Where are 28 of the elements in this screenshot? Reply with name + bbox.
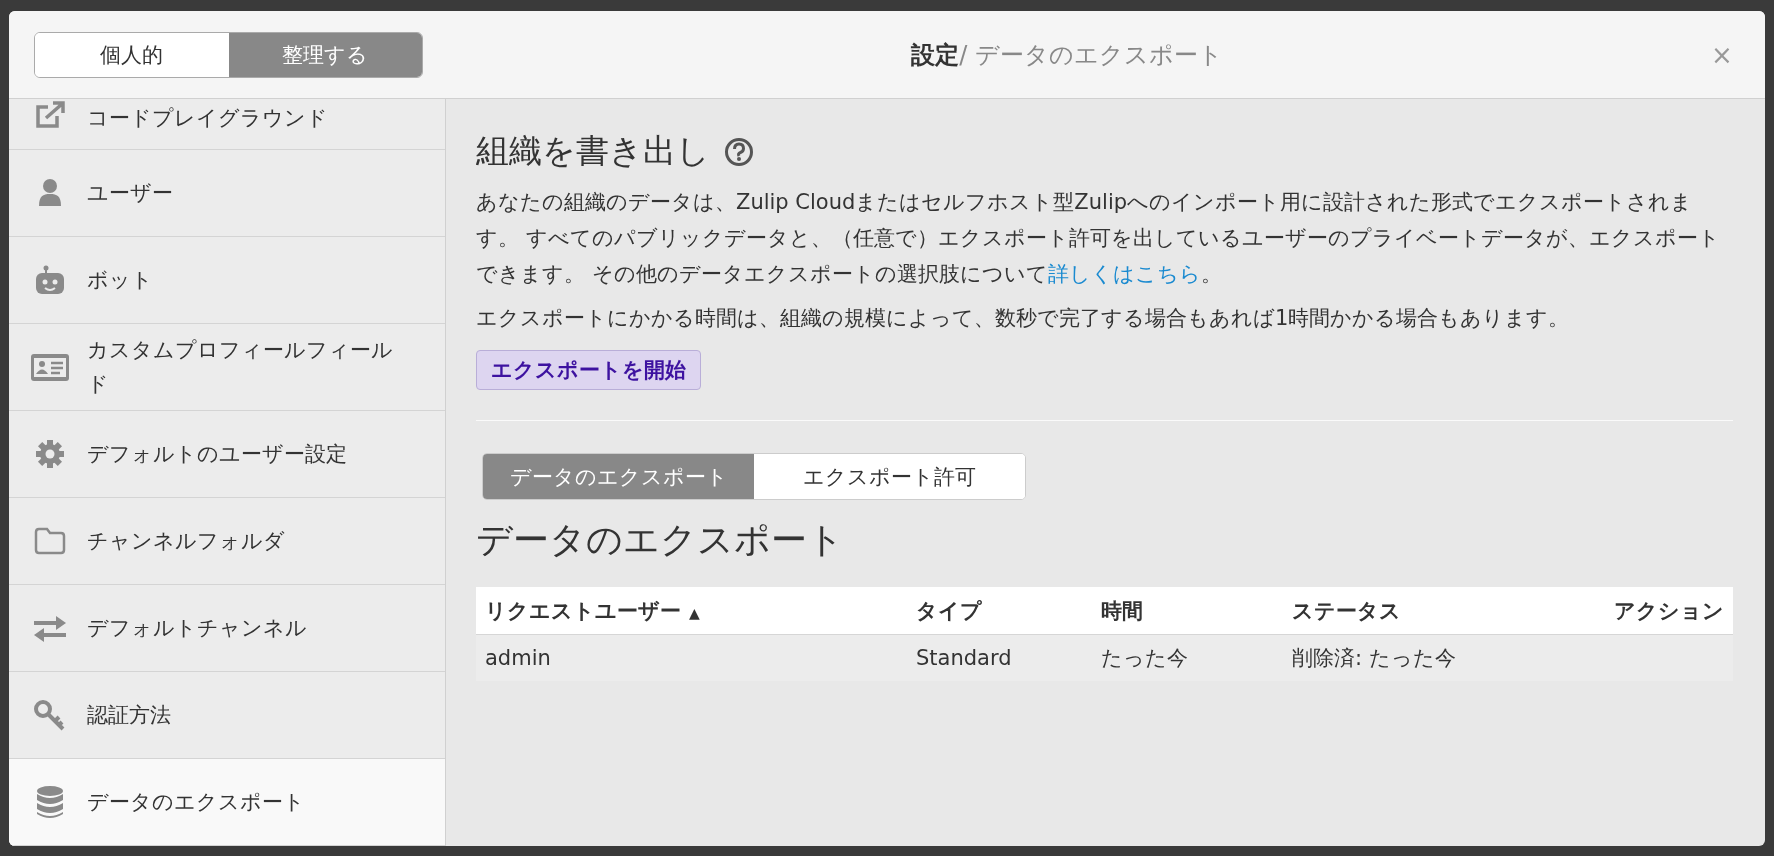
table-cell: 削除済: たった今 xyxy=(1282,634,1605,681)
sidebar-item[interactable]: データのエクスポート xyxy=(9,759,445,846)
folder-icon xyxy=(33,527,66,555)
description-text: あなたの組織のデータは、Zulip Cloudまたはセルフホスト型Zulipへのインポート用に設計された形式でエクスポートされます。 すべてのパブリックデータと、（任意で）エクスポート許可を出しているユーザーのプライベートデータが、エクスポートできます。 その他のデータエクスポートの選択肢について詳しくはこちら。 xyxy=(476,189,1721,288)
id-card-icon xyxy=(29,352,70,382)
column-header[interactable]: アクション xyxy=(1605,587,1733,635)
help-icon[interactable] xyxy=(724,136,754,167)
modal-title: 設定/ データのエクスポート xyxy=(910,39,1224,71)
start-export-button[interactable]: エクスポートを開始 xyxy=(476,350,701,390)
sidebar-item[interactable]: コードプレイグラウンド xyxy=(9,99,445,150)
table-cell: Standard xyxy=(907,634,1093,681)
key-icon xyxy=(32,699,67,731)
column-header[interactable]: ステータス xyxy=(1282,587,1605,635)
section-heading: 組織を書き出し xyxy=(476,130,710,172)
column-header[interactable]: タイプ xyxy=(907,587,1093,635)
toggle-tab[interactable]: 整理する xyxy=(228,32,422,77)
column-header[interactable]: リクエストユーザー ▲ xyxy=(476,587,907,635)
table-cell: たった今 xyxy=(1092,634,1283,681)
note-text: エクスポートにかかる時間は、組織の規模によって、数秒で完了する場合もあれば1時間かかる場合もあります。 xyxy=(476,305,1571,332)
gear-icon xyxy=(34,439,65,469)
robot-icon xyxy=(33,265,66,295)
tab[interactable]: データのエクスポート xyxy=(483,454,754,499)
external-link-icon xyxy=(33,101,66,129)
swap-arrows-icon xyxy=(31,614,68,642)
column-header[interactable]: 時間 xyxy=(1092,587,1283,635)
database-icon xyxy=(34,785,65,819)
table-heading: データのエクスポート xyxy=(476,518,845,562)
table-cell: admin xyxy=(476,634,907,681)
